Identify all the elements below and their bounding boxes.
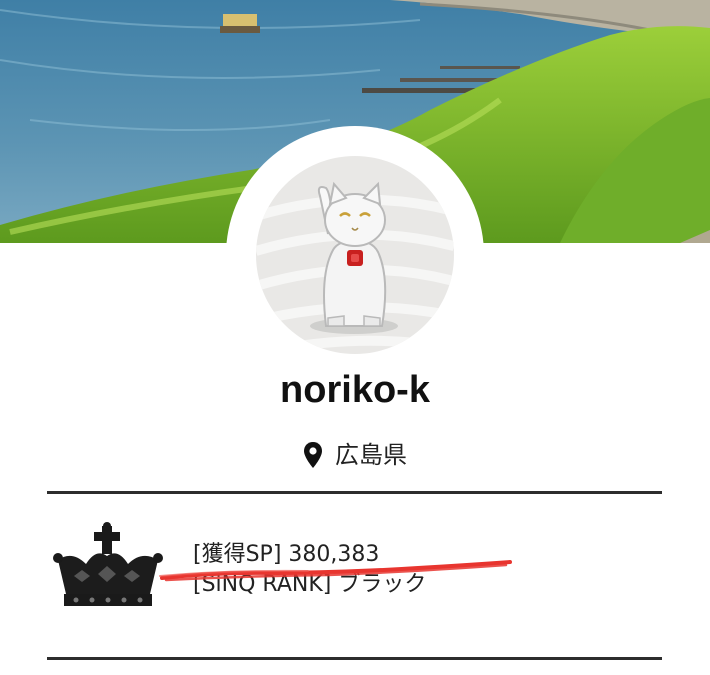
avatar[interactable] bbox=[256, 156, 454, 354]
crown-icon bbox=[52, 520, 164, 614]
red-scribble-mark bbox=[159, 560, 512, 582]
location-text: 広島県 bbox=[335, 441, 407, 469]
divider-top bbox=[47, 491, 662, 494]
location: 広島県 bbox=[0, 438, 710, 472]
map-pin-icon bbox=[304, 442, 322, 468]
divider-bottom bbox=[47, 657, 662, 660]
username: noriko-k bbox=[280, 369, 430, 411]
